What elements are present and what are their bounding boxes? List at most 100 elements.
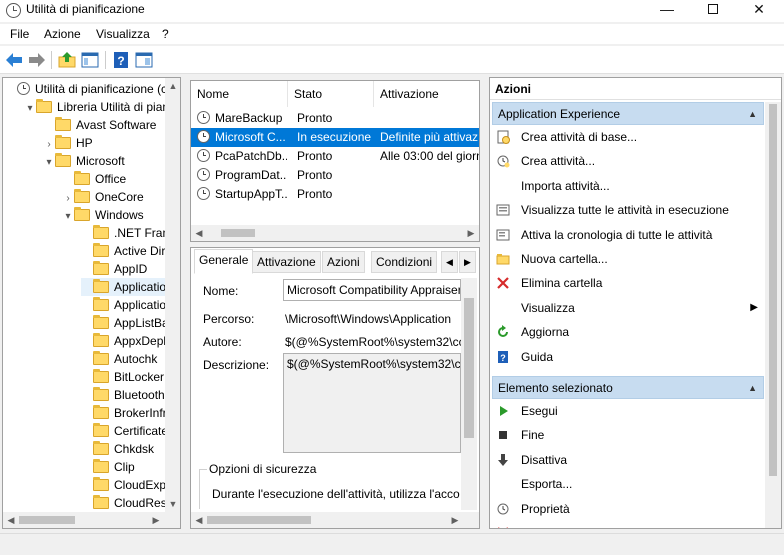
list-horizontal-scrollbar[interactable]: ◀ ▶ (191, 225, 479, 241)
tab-triggers[interactable]: Attivazione (252, 251, 321, 273)
delete-icon (498, 527, 508, 528)
maximize-button[interactable] (690, 0, 736, 20)
detail-horizontal-scrollbar[interactable]: ◀ ▶ (191, 512, 479, 528)
tree-item-label: Utilità di pianificazione (co (35, 82, 174, 96)
scroll-left-arrow[interactable]: ◀ (191, 512, 207, 528)
description-field[interactable]: $(@%SystemRoot%\system32\c (283, 353, 461, 453)
scroll-right-arrow[interactable]: ▶ (463, 225, 479, 241)
expand-chevron-icon[interactable]: ▾ (62, 208, 74, 226)
show-action-pane-icon[interactable] (134, 50, 154, 70)
tree-item[interactable]: Avast Software (43, 116, 156, 134)
action-item[interactable]: Disattiva (494, 449, 764, 471)
tree-item[interactable]: Active Direc (81, 242, 178, 260)
tree-item[interactable]: Clip (81, 458, 135, 476)
action-item[interactable]: Importa attività... (494, 175, 764, 197)
tree-item[interactable]: Application (81, 296, 173, 314)
tree-item[interactable]: ▾ Libreria Utilità di pianifi (24, 98, 178, 116)
folder-icon (93, 243, 109, 257)
action-item[interactable]: Esporta... (494, 473, 764, 495)
folder-icon (93, 477, 109, 491)
tab-general[interactable]: Generale (194, 249, 254, 274)
show-hide-console-tree-icon[interactable] (80, 50, 100, 70)
tree-item[interactable]: Utilità di pianificazione (co (5, 80, 174, 98)
folder-icon (93, 333, 109, 347)
action-item[interactable]: Visualizza ▶ (494, 297, 764, 319)
tree-item[interactable]: Autochk (81, 350, 157, 368)
tab-scroll-left[interactable]: ◀ (441, 251, 458, 273)
tree-item[interactable]: CloudResto (81, 494, 177, 512)
column-header-name[interactable]: Nome (191, 81, 288, 107)
tree-item[interactable]: CloudExper (81, 476, 177, 494)
expand-chevron-icon[interactable]: ▾ (43, 154, 55, 172)
folder-icon (55, 135, 71, 149)
up-folder-icon[interactable] (57, 50, 77, 70)
action-item[interactable]: Nuova cartella... (494, 248, 764, 270)
tree-item[interactable]: › HP (43, 134, 93, 152)
menu-azione[interactable]: Azione (44, 27, 81, 41)
section-header-selected-item[interactable]: Elemento selezionato ▲ (492, 376, 764, 399)
column-header-trigger[interactable]: Attivazione (374, 81, 479, 107)
actions-vertical-scrollbar[interactable] (765, 102, 781, 528)
back-arrow-icon[interactable] (4, 50, 24, 70)
run-icon (500, 406, 508, 416)
action-item[interactable]: Elimina (494, 522, 764, 528)
task-trigger: Definite più attivaz (380, 130, 479, 144)
history-icon (496, 229, 510, 241)
task-row[interactable]: PcaPatchDb... Pronto Alle 03:00 del giorn (191, 147, 479, 166)
task-row[interactable]: StartupAppT... Pronto (191, 185, 479, 204)
action-item[interactable]: Visualizza tutte le attività in esecuzio… (494, 199, 764, 221)
task-list: Nome Stato Attivazione MareBackup Pronto M… (190, 80, 480, 242)
tree-item[interactable]: BitLocker (81, 368, 164, 386)
scroll-down-arrow[interactable]: ▼ (165, 496, 180, 512)
scroll-left-arrow[interactable]: ◀ (3, 512, 19, 528)
tree-item[interactable]: › OneCore (62, 188, 144, 206)
tree-item[interactable]: ▾ Windows (62, 206, 144, 224)
help-icon[interactable]: ? (111, 50, 131, 70)
action-item[interactable]: Fine (494, 424, 764, 446)
tree-item[interactable]: CertificateS (81, 422, 176, 440)
task-row[interactable]: ProgramDat... Pronto (191, 166, 479, 185)
menu-help[interactable]: ? (162, 27, 169, 41)
tree-vertical-scrollbar[interactable]: ▲ ▼ (165, 78, 180, 512)
section-title: Elemento selezionato (498, 381, 613, 395)
action-item[interactable]: ? Guida (494, 346, 764, 368)
action-item[interactable]: Esegui (494, 400, 764, 422)
task-row[interactable]: MareBackup Pronto (191, 109, 479, 128)
tab-conditions[interactable]: Condizioni (371, 251, 438, 273)
tree-item[interactable]: Application (81, 278, 173, 296)
svg-text:?: ? (500, 353, 506, 363)
scroll-right-arrow[interactable]: ▶ (447, 512, 463, 528)
menu-visualizza[interactable]: Visualizza (96, 27, 150, 41)
action-item[interactable]: Aggiorna (494, 321, 764, 343)
section-header-application-experience[interactable]: Application Experience ▲ (492, 102, 764, 125)
create-basic-task-icon (497, 130, 510, 144)
tree-item[interactable]: AppListBac (81, 314, 175, 332)
detail-vertical-scrollbar[interactable] (461, 278, 477, 510)
task-row[interactable]: Microsoft C... In esecuzione Definite più … (191, 128, 479, 147)
close-button[interactable]: ✕ (736, 0, 782, 20)
toolbar: ? (0, 46, 784, 74)
action-item[interactable]: Elimina cartella (494, 272, 764, 294)
tree-item[interactable]: AppID (81, 260, 147, 278)
tree-horizontal-scrollbar[interactable]: ◀ ▶ (3, 512, 180, 528)
tree-item[interactable]: Chkdsk (81, 440, 154, 458)
menu-file[interactable]: File (10, 27, 29, 41)
tab-scroll-right[interactable]: ▶ (459, 251, 476, 273)
scroll-left-arrow[interactable]: ◀ (191, 225, 207, 241)
action-item[interactable]: Proprietà (494, 498, 764, 520)
tree-item[interactable]: Bluetooth (81, 386, 165, 404)
tree-item[interactable]: Office (62, 170, 126, 188)
name-field[interactable]: Microsoft Compatibility Appraiser (283, 279, 461, 301)
action-item[interactable]: Crea attività di base... (494, 126, 764, 148)
scroll-right-arrow[interactable]: ▶ (148, 512, 164, 528)
expand-chevron-icon[interactable]: ▾ (24, 100, 36, 118)
scroll-up-arrow[interactable]: ▲ (165, 78, 180, 94)
minimize-button[interactable]: — (644, 0, 690, 20)
tree-item[interactable]: ▾ Microsoft (43, 152, 125, 170)
column-header-state[interactable]: Stato (288, 81, 374, 107)
action-item[interactable]: Attiva la cronologia di tutte le attivit… (494, 224, 764, 246)
forward-arrow-icon[interactable] (27, 50, 47, 70)
tab-actions[interactable]: Azioni (322, 251, 365, 273)
refresh-icon (498, 325, 508, 338)
action-item[interactable]: Crea attività... (494, 150, 764, 172)
